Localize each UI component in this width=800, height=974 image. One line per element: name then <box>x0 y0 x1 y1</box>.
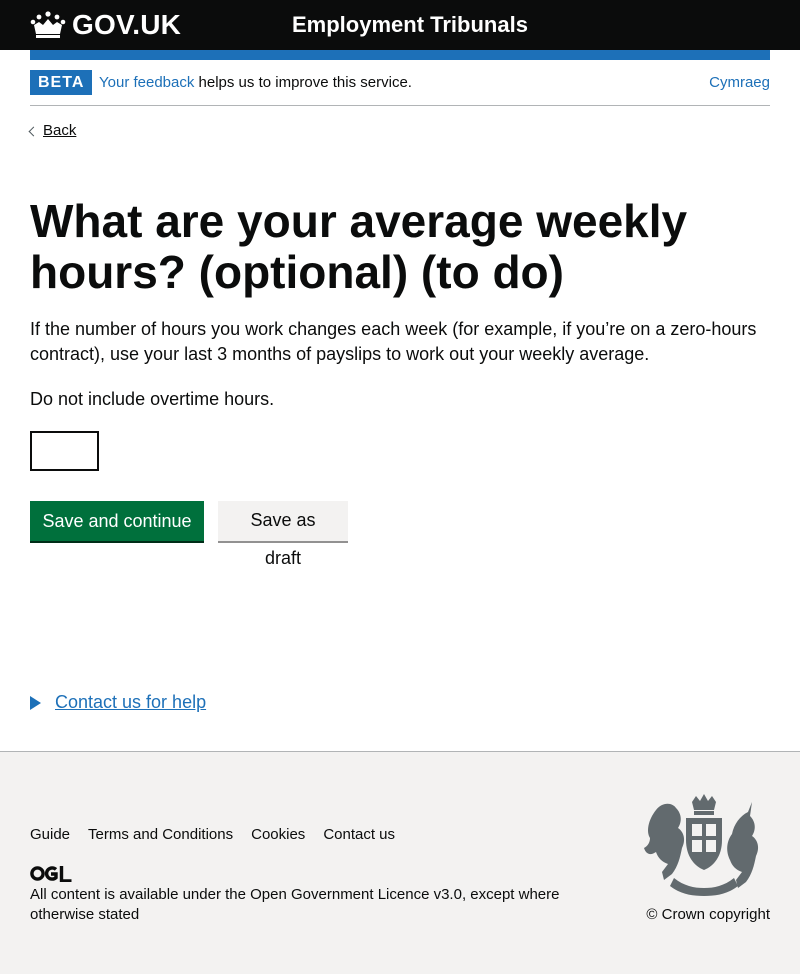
hint-text: If the number of hours you work changes … <box>30 319 757 364</box>
header-blue-bar <box>30 50 770 60</box>
save-as-draft-button[interactable]: Save as draft <box>218 501 348 568</box>
ogl-licence-link[interactable]: Open Government Licence v3.0 <box>250 886 462 903</box>
triangle-right-icon <box>30 695 41 710</box>
chevron-left-icon <box>28 126 39 136</box>
phase-banner: BETA Your feedback helps us to improve t… <box>30 60 770 106</box>
language-toggle-link[interactable]: Cymraeg <box>709 74 770 91</box>
crown-icon <box>30 11 66 38</box>
footer-links: Guide Terms and Conditions Cookies Conta… <box>30 826 413 843</box>
licence-text: All content is available under the Open … <box>30 885 590 925</box>
footer: Guide Terms and Conditions Cookies Conta… <box>0 751 800 974</box>
save-and-continue-button[interactable]: Save and continue <box>30 501 204 541</box>
header: GOV.UK Employment Tribunals <box>0 0 800 50</box>
contact-help-summary: Contact us for help <box>55 692 207 712</box>
footer-link-terms[interactable]: Terms and Conditions <box>88 826 233 843</box>
footer-link-cookies[interactable]: Cookies <box>251 826 305 843</box>
overtime-note: Do not include overtime hours. <box>30 389 275 409</box>
ogl-logo-icon <box>30 866 72 882</box>
crown-copyright-link[interactable]: © Crown copyright <box>646 906 770 923</box>
contact-help-details[interactable]: Contact us for help <box>30 692 206 713</box>
back-link[interactable]: Back <box>28 122 77 139</box>
service-name-link[interactable]: Employment Tribunals <box>292 12 528 38</box>
phase-message: Your feedback helps us to improve this s… <box>99 74 412 91</box>
feedback-link[interactable]: Your feedback <box>99 74 194 91</box>
licence-prefix: All content is available under the <box>30 886 251 903</box>
footer-link-contact[interactable]: Contact us <box>323 826 395 843</box>
govuk-home-link[interactable]: GOV.UK <box>30 9 181 41</box>
royal-coat-of-arms-icon <box>644 794 759 896</box>
back-link-label: Back <box>43 122 77 139</box>
footer-link-guide[interactable]: Guide <box>30 826 70 843</box>
page-title: What are your average weekly hours? (opt… <box>30 195 688 298</box>
weekly-hours-input[interactable] <box>30 431 99 471</box>
beta-tag: BETA <box>30 70 93 95</box>
brand-text: GOV.UK <box>72 9 182 40</box>
feedback-text: helps us to improve this service. <box>194 74 412 91</box>
